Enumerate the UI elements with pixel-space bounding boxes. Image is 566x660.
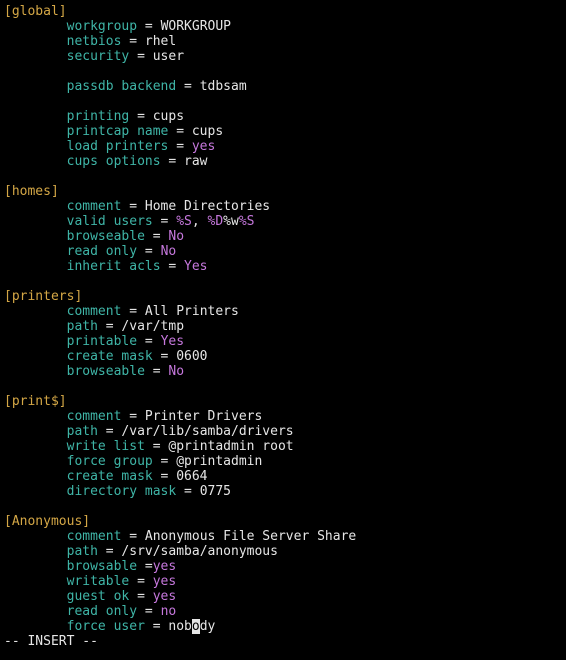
vim-mode-status: -- INSERT -- — [4, 634, 98, 649]
key-security: security — [67, 49, 130, 64]
key-homes-comment: comment — [67, 199, 122, 214]
val-anon-path: /srv/samba/anonymous — [121, 544, 278, 559]
val-loadprinters: yes — [192, 139, 215, 154]
val-pd-cmask: 0664 — [176, 469, 207, 484]
key-guestok: guest ok — [67, 589, 130, 604]
val-printing: cups — [153, 109, 184, 124]
key-printers-comment: comment — [67, 304, 122, 319]
val-netbios: rhel — [145, 34, 176, 49]
val-forcegroup: @printadmin — [176, 454, 262, 469]
section-homes-header: [homes] — [4, 184, 59, 199]
val-validusers-a: %S — [176, 214, 192, 229]
section-printdollar-header: [print$] — [4, 394, 67, 409]
val-forceuser-pre: nob — [168, 619, 191, 634]
val-security: user — [153, 49, 184, 64]
val-printers-path: /var/tmp — [121, 319, 184, 334]
val-anon-readonly: no — [161, 604, 177, 619]
val-writelist: @printadmin root — [168, 439, 293, 454]
key-printcap: printcap name — [67, 124, 169, 139]
key-anon-path: path — [67, 544, 98, 559]
key-anon-comment: comment — [67, 529, 122, 544]
key-anon-writable: writable — [67, 574, 130, 589]
key-validusers: valid users — [67, 214, 153, 229]
key-pd-path: path — [67, 424, 98, 439]
key-printing: printing — [67, 109, 130, 124]
key-forceuser: force user — [67, 619, 145, 634]
val-homes-browseable: No — [168, 229, 184, 244]
key-cupsoptions: cups options — [67, 154, 161, 169]
val-printcap: cups — [192, 124, 223, 139]
key-printable: printable — [67, 334, 137, 349]
section-printers-header: [printers] — [4, 289, 82, 304]
key-homes-browseable: browseable — [67, 229, 145, 244]
key-anon-readonly: read only — [67, 604, 137, 619]
section-anonymous-header: [Anonymous] — [4, 514, 90, 529]
val-anon-comment: Anonymous File Server Share — [145, 529, 356, 544]
key-workgroup: workgroup — [67, 19, 137, 34]
val-anon-browsable: yes — [153, 559, 176, 574]
val-pd-comment: Printer Drivers — [145, 409, 262, 424]
key-printers-cmask: create mask — [67, 349, 153, 364]
key-pd-cmask: create mask — [67, 469, 153, 484]
val-printable: Yes — [161, 334, 184, 349]
val-forceuser-post: dy — [200, 619, 216, 634]
key-dirmask: directory mask — [67, 484, 177, 499]
key-anon-browsable: browsable — [67, 559, 137, 574]
key-inheritacls: inherit acls — [67, 259, 161, 274]
cursor: o — [192, 619, 200, 634]
val-printers-cmask: 0600 — [176, 349, 207, 364]
val-anon-writable: yes — [153, 574, 176, 589]
eq: = — [137, 19, 160, 34]
vim-editor[interactable]: [global] workgroup = WORKGROUP netbios =… — [0, 0, 566, 653]
key-pd-comment: comment — [67, 409, 122, 424]
indent — [4, 19, 67, 34]
val-guestok: yes — [153, 589, 176, 604]
val-dirmask: 0775 — [200, 484, 231, 499]
val-printers-comment: All Printers — [145, 304, 239, 319]
val-cupsoptions: raw — [184, 154, 207, 169]
key-forcegroup: force group — [67, 454, 153, 469]
key-homes-readonly: read only — [67, 244, 137, 259]
val-printers-browseable: No — [168, 364, 184, 379]
val-workgroup: WORKGROUP — [161, 19, 231, 34]
val-pd-path: /var/lib/samba/drivers — [121, 424, 293, 439]
key-printers-browseable: browseable — [67, 364, 145, 379]
key-passdb: passdb backend — [67, 79, 177, 94]
section-global-header: [global] — [4, 4, 67, 19]
val-homes-readonly: No — [161, 244, 177, 259]
val-inheritacls: Yes — [184, 259, 207, 274]
val-passdb: tdbsam — [200, 79, 247, 94]
key-writelist: write list — [67, 439, 145, 454]
key-netbios: netbios — [67, 34, 122, 49]
val-homes-comment: Home Directories — [145, 199, 270, 214]
key-printers-path: path — [67, 319, 98, 334]
key-loadprinters: load printers — [67, 139, 169, 154]
